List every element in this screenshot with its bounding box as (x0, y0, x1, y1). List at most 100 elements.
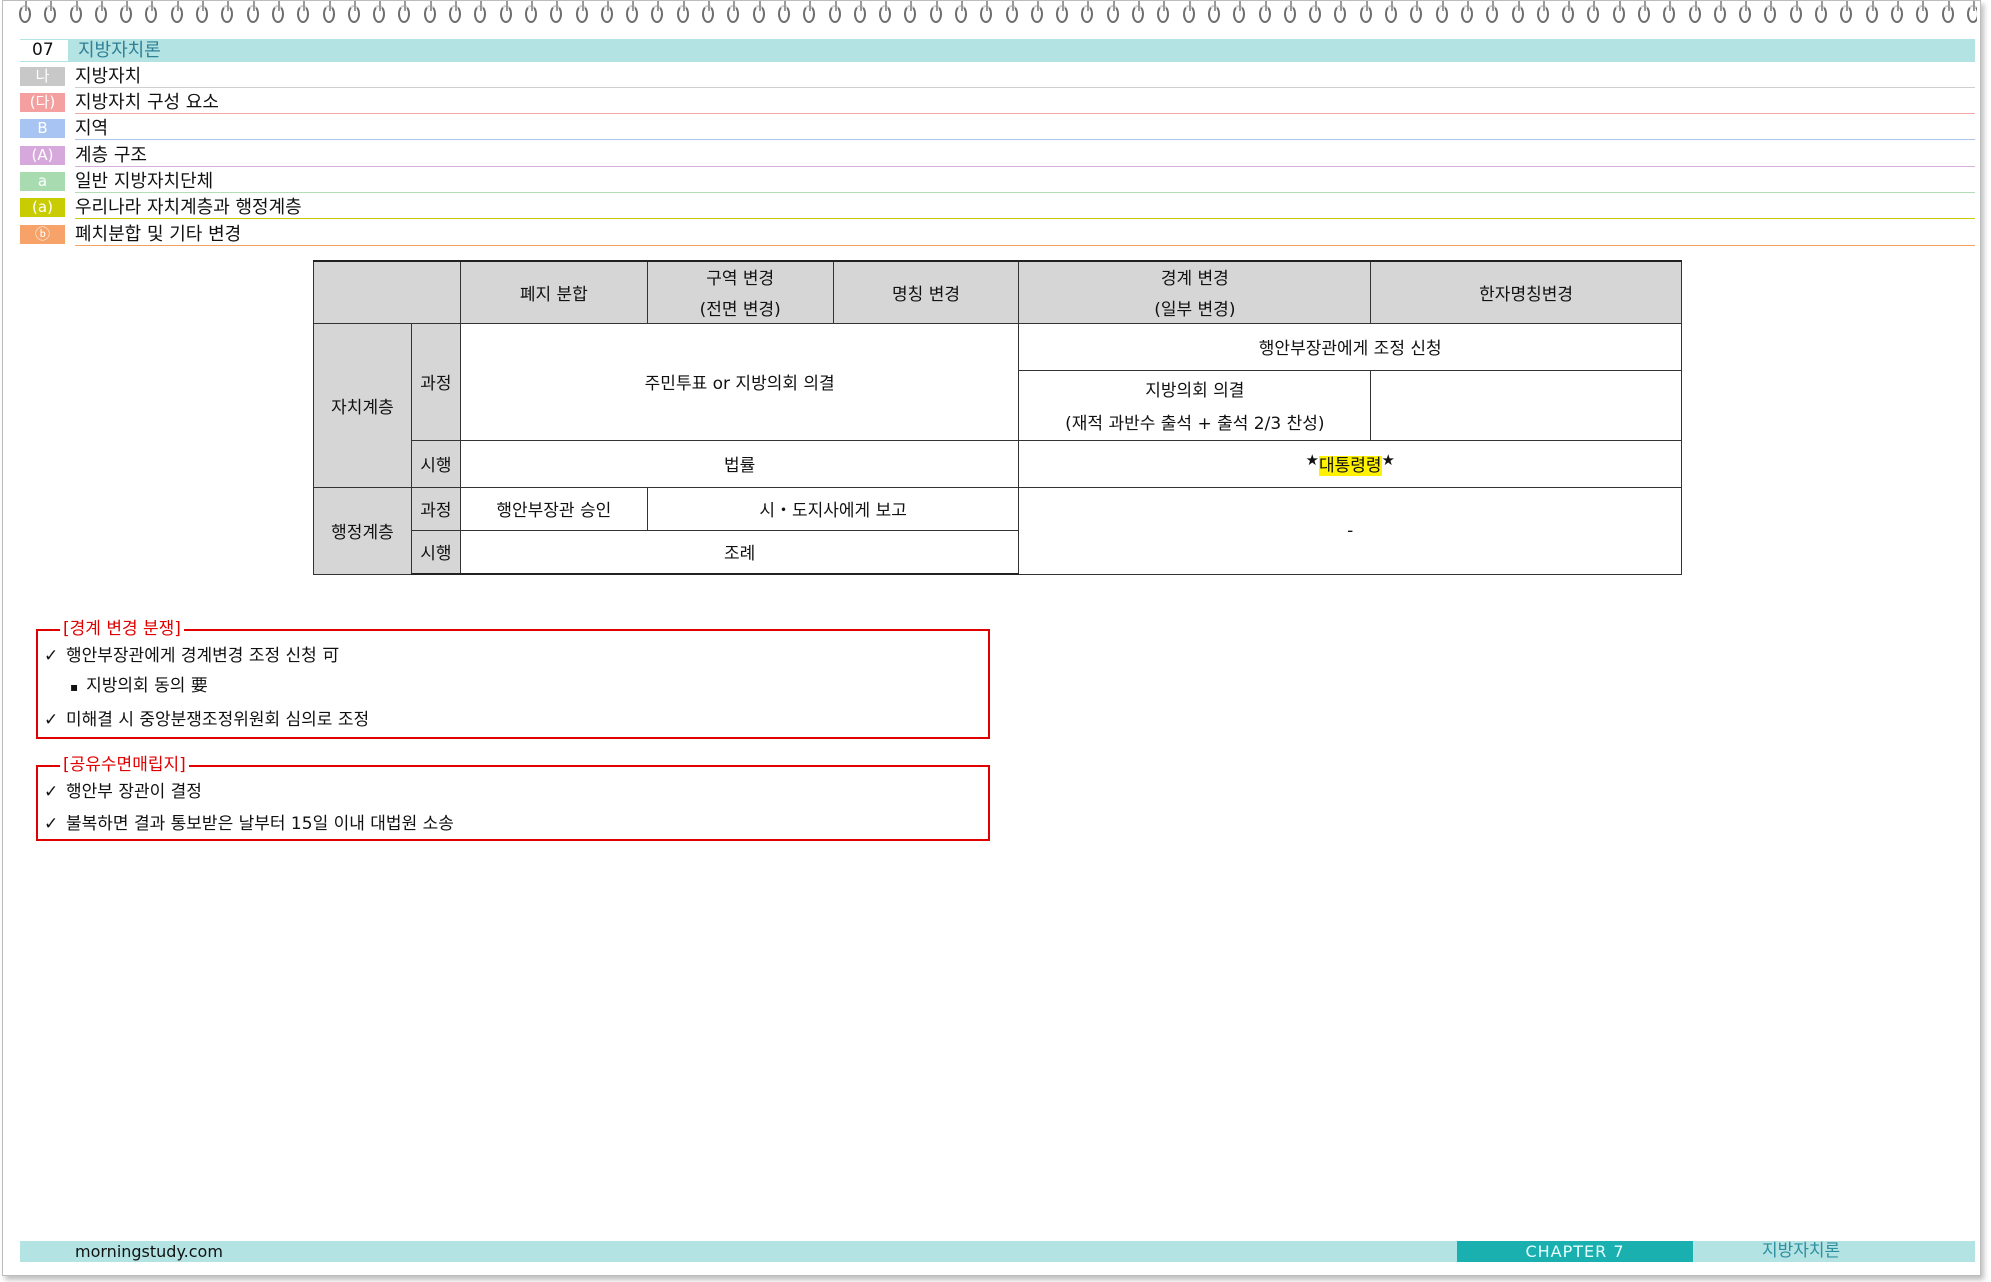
outline-underline (75, 139, 1975, 140)
binding-ring (1054, 1, 1069, 25)
binding-ring (68, 1, 82, 25)
binding-ring (1687, 1, 1701, 25)
check-icon: ✓ (44, 710, 59, 730)
outline-tag: (a) (20, 198, 65, 217)
binding-ring (1282, 1, 1296, 25)
outline-row-3: B 지역 (20, 117, 1975, 141)
binding-ring (1661, 1, 1676, 25)
binding-ring (1560, 1, 1575, 25)
binding-ring (1383, 1, 1398, 25)
binding-ring (42, 1, 57, 25)
outline-underline (75, 113, 1975, 114)
self-gov-process-left: 주민투표 or 지방의회 의결 (459, 322, 1020, 441)
outline-underline (75, 192, 1975, 193)
binding-ring (574, 1, 588, 25)
self-gov-label: 자치계층 (313, 322, 412, 488)
binding-ring (523, 1, 537, 25)
binding-ring (801, 1, 816, 25)
note-item-text: 미해결 시 중앙분쟁조정위원회 심의로 조정 (66, 710, 370, 730)
outline-tag: B (20, 119, 65, 138)
site-name: morningstudy.com (75, 1242, 223, 1261)
binding-ring (1864, 1, 1878, 25)
binding-ring (978, 1, 993, 25)
check-icon: ✓ (44, 782, 59, 802)
binding-ring (1459, 1, 1473, 25)
outline-row-1: 나 지방자치 (20, 65, 1975, 89)
header-boundary-line2: (일부 변경) (1154, 300, 1236, 321)
star-icon: ★ (1381, 451, 1395, 469)
binding-ring (295, 1, 310, 25)
binding-ring (1762, 1, 1777, 25)
binding-ring (1004, 1, 1018, 25)
note-item-text: 행안부장관에게 경계변경 조정 신청 可 (66, 646, 340, 666)
admin-enforce-label: 시행 (410, 529, 461, 575)
binding-ring (548, 1, 563, 25)
binding-ring (1484, 1, 1499, 25)
outline-tag: 나 (20, 67, 65, 86)
outline-row-7: ⓑ 폐치분합 및 기타 변경 (20, 223, 1975, 247)
binding-ring (1712, 1, 1726, 25)
outline-text: 계층 구조 (75, 145, 147, 166)
header-name-label: 명칭 변경 (892, 284, 961, 305)
binding-ring (1813, 1, 1828, 25)
binding-ring (1965, 1, 1977, 25)
self-gov-process-label: 과정 (410, 322, 461, 441)
outline-underline (75, 87, 1975, 88)
binding-ring (1231, 1, 1246, 25)
outline-text: 일반 지방자치단체 (75, 171, 214, 192)
outline-tag: a (20, 172, 65, 191)
note-item: ✓ 미해결 시 중앙분쟁조정위원회 심의로 조정 (44, 709, 369, 731)
binding-ring (649, 1, 664, 25)
note-sub-item: ▪ 지방의회 동의 要 (70, 675, 208, 698)
footer-chapter: CHAPTER 7 (1457, 1241, 1693, 1262)
binding-ring (1307, 1, 1322, 25)
self-gov-process-right-top: 행안부장관에게 조정 신청 (1018, 322, 1682, 371)
header-boundary: 경계 변경 (일부 변경) (1018, 260, 1372, 324)
binding-ring (17, 1, 31, 25)
header-boundary-line1: 경계 변경 (1160, 269, 1229, 290)
council-quorum: (재적 과반수 출석 + 출석 2/3 찬성) (1065, 414, 1325, 434)
check-icon: ✓ (44, 646, 59, 666)
note-item-text: 불복하면 결과 통보받은 날부터 15일 이내 대법원 소송 (66, 814, 454, 834)
outline-tag: ⓑ (20, 225, 65, 244)
binding-ring (1029, 1, 1043, 25)
binding-ring (1079, 1, 1094, 25)
binding-ring (143, 1, 158, 25)
header-hanja-label: 한자명칭변경 (1479, 284, 1574, 305)
binding-ring (396, 1, 411, 25)
binding-ring (1611, 1, 1625, 25)
outline-text: 우리나라 자치계층과 행정계층 (75, 197, 302, 218)
binding-ring (498, 1, 512, 25)
outline-row-5: a 일반 지방자치단체 (20, 170, 1975, 194)
binding-ring (422, 1, 436, 25)
note-sub-item-text: 지방의회 동의 要 (86, 676, 208, 696)
note-item: ✓ 행안부장관에게 경계변경 조정 신청 可 (44, 645, 339, 667)
note-item: ✓ 행안부 장관이 결정 (44, 781, 202, 803)
binding-ring (902, 1, 917, 25)
binding-ring (93, 1, 107, 25)
reclaimed-land-box: [공유수면매립지] ✓ 행안부 장관이 결정 ✓ 불복하면 결과 통보받은 날부터 … (36, 754, 990, 841)
binding-ring (194, 1, 209, 25)
binding-ring (827, 1, 841, 25)
admin-process-b: 시・도지사에게 보고 (646, 486, 1020, 531)
binding-ring (1838, 1, 1853, 25)
chapter-title: 지방자치론 (78, 40, 161, 61)
binding-ring (245, 1, 259, 25)
binding-ring (624, 1, 639, 25)
binding-ring (1408, 1, 1423, 25)
self-gov-enforce-left: 법률 (459, 439, 1020, 488)
page: 07 지방자치론 나 지방자치 (다) 지방자치 구성 요소 B 지역 (A) … (2, 0, 1981, 1276)
binding-ring (1535, 1, 1549, 25)
binding-ring (953, 1, 967, 25)
binding-ring (928, 1, 942, 25)
outline-text: 지역 (75, 118, 109, 139)
star-icon: ★ (1305, 451, 1319, 469)
table-row: 행정계층 과정 행안부장관 승인 시・도지사에게 보고 - (313, 486, 1682, 575)
outline-underline (75, 218, 1975, 219)
header-district-line1: 구역 변경 (706, 269, 775, 290)
header-merge: 폐지 분합 (459, 260, 648, 324)
admin-enforce-left: 조례 (459, 529, 1020, 575)
binding-ring (1737, 1, 1752, 25)
header-district-line2: (전면 변경) (699, 300, 781, 321)
binding-ring (1889, 1, 1903, 25)
